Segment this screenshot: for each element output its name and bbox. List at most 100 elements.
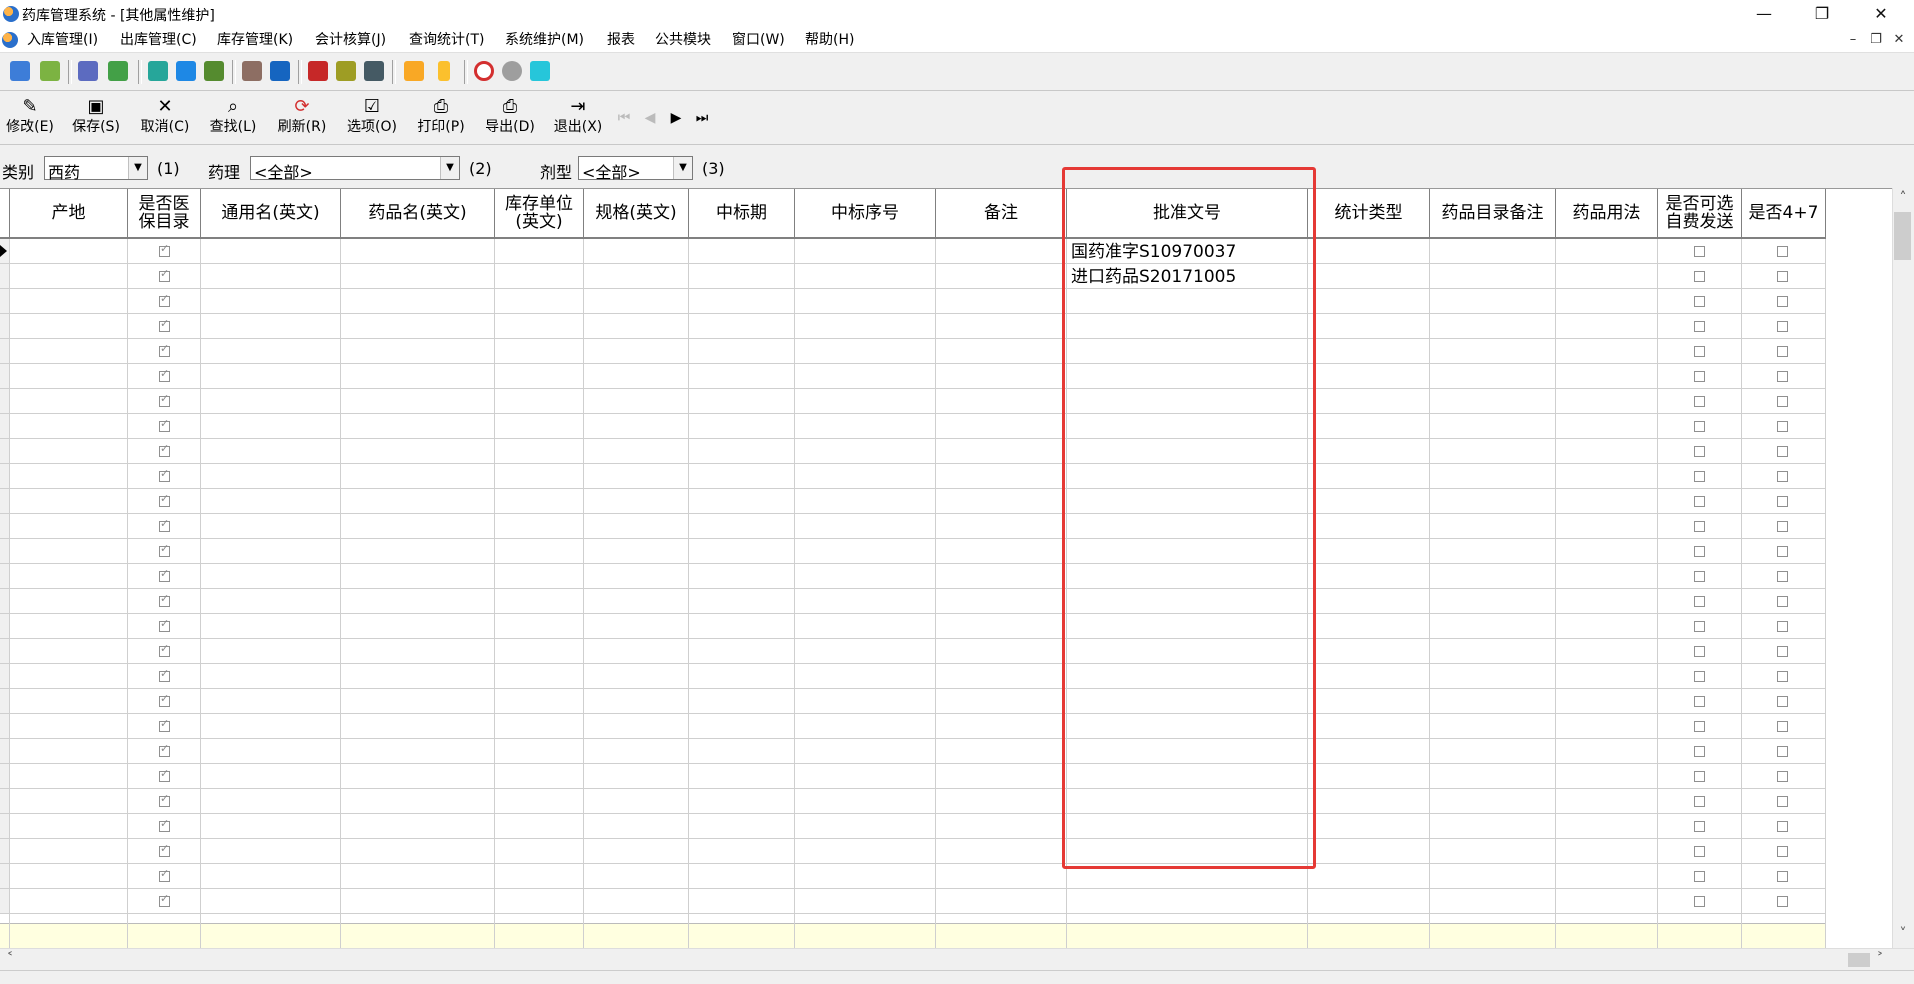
pharmacology-select[interactable]: <全部> ▼ [250, 156, 460, 182]
self-pay-checkbox[interactable] [1694, 896, 1705, 907]
clipboard-icon[interactable] [148, 61, 168, 81]
data-grid[interactable]: 产地 是否医保目录 通用名(英文) 药品名(英文) 库存单位(英文) 规格(英文… [0, 188, 1892, 949]
insurance-checkbox[interactable] [159, 492, 170, 507]
self-pay-checkbox[interactable] [1694, 771, 1705, 782]
horizontal-scroll-thumb[interactable] [1848, 953, 1870, 967]
insurance-checkbox[interactable] [159, 367, 170, 382]
self-pay-checkbox[interactable] [1694, 446, 1705, 457]
edit-button[interactable]: ✎ 修改(E) [0, 96, 60, 142]
table-row[interactable] [0, 664, 1826, 689]
window-icon[interactable] [176, 61, 196, 81]
last-record-icon[interactable]: ⏭ [692, 110, 712, 126]
col-header-stat-type[interactable]: 统计类型 [1308, 189, 1430, 239]
approve-icon[interactable] [108, 61, 128, 81]
insurance-checkbox[interactable] [159, 517, 170, 532]
4plus7-checkbox[interactable] [1777, 546, 1788, 557]
table-row[interactable] [0, 539, 1826, 564]
table-row[interactable] [0, 764, 1826, 789]
4plus7-checkbox[interactable] [1777, 746, 1788, 757]
col-header-usage[interactable]: 药品用法 [1556, 189, 1658, 239]
col-header-catalog-remarks[interactable]: 药品目录备注 [1430, 189, 1556, 239]
col-header-4plus7[interactable]: 是否4+7 [1742, 189, 1826, 239]
table-row[interactable] [0, 339, 1826, 364]
4plus7-checkbox[interactable] [1777, 896, 1788, 907]
mdi-minimize-button[interactable]: – [1844, 31, 1862, 49]
col-header-self-pay[interactable]: 是否可选自费发送 [1658, 189, 1742, 239]
4plus7-checkbox[interactable] [1777, 246, 1788, 257]
self-pay-checkbox[interactable] [1694, 546, 1705, 557]
table-row[interactable] [0, 689, 1826, 714]
next-record-icon[interactable]: ▶ [666, 110, 686, 126]
menu-inventory[interactable]: 库存管理(K) [217, 30, 293, 50]
table-row[interactable] [0, 239, 1826, 264]
table-row[interactable] [0, 514, 1826, 539]
4plus7-checkbox[interactable] [1777, 721, 1788, 732]
table-row[interactable] [0, 264, 1826, 289]
refresh-button[interactable]: ⟳ 刷新(R) [272, 96, 332, 142]
self-pay-checkbox[interactable] [1694, 321, 1705, 332]
self-pay-checkbox[interactable] [1694, 671, 1705, 682]
self-pay-checkbox[interactable] [1694, 246, 1705, 257]
self-pay-checkbox[interactable] [1694, 421, 1705, 432]
4plus7-checkbox[interactable] [1777, 496, 1788, 507]
self-pay-checkbox[interactable] [1694, 396, 1705, 407]
4plus7-checkbox[interactable] [1777, 696, 1788, 707]
insurance-checkbox[interactable] [159, 467, 170, 482]
find-button[interactable]: ⌕ 查找(L) [203, 96, 263, 142]
table-row[interactable] [0, 814, 1826, 839]
self-pay-checkbox[interactable] [1694, 796, 1705, 807]
self-pay-checkbox[interactable] [1694, 846, 1705, 857]
self-pay-checkbox[interactable] [1694, 571, 1705, 582]
insurance-checkbox[interactable] [159, 417, 170, 432]
4plus7-checkbox[interactable] [1777, 346, 1788, 357]
mdi-close-button[interactable]: ✕ [1890, 31, 1908, 49]
table-row[interactable] [0, 414, 1826, 439]
menu-inbound[interactable]: 入库管理(I) [27, 30, 98, 50]
export-button[interactable]: ⎙ 导出(D) [480, 96, 540, 142]
self-pay-checkbox[interactable] [1694, 596, 1705, 607]
col-header-remarks[interactable]: 备注 [936, 189, 1067, 239]
maximize-button[interactable]: ❐ [1799, 0, 1845, 28]
col-header-generic-name-en[interactable]: 通用名(英文) [201, 189, 341, 239]
thermometer-icon[interactable] [438, 61, 450, 81]
insurance-checkbox[interactable] [159, 442, 170, 457]
mdi-app-icon[interactable] [2, 32, 18, 48]
4plus7-checkbox[interactable] [1777, 471, 1788, 482]
insurance-checkbox[interactable] [159, 542, 170, 557]
insurance-checkbox[interactable] [159, 742, 170, 757]
self-pay-checkbox[interactable] [1694, 746, 1705, 757]
table-row[interactable] [0, 839, 1826, 864]
insurance-checkbox[interactable] [159, 267, 170, 282]
col-header-bid-serial[interactable]: 中标序号 [795, 189, 936, 239]
table-row[interactable] [0, 314, 1826, 339]
table-row[interactable] [0, 589, 1826, 614]
menu-help[interactable]: 帮助(H) [805, 30, 854, 50]
menu-reports[interactable]: 报表 [607, 30, 635, 50]
stock-icon[interactable] [242, 61, 262, 81]
4plus7-checkbox[interactable] [1777, 646, 1788, 657]
col-header-origin[interactable]: 产地 [10, 189, 128, 239]
table-row[interactable] [0, 639, 1826, 664]
insurance-checkbox[interactable] [159, 292, 170, 307]
ledger-icon[interactable] [78, 61, 98, 81]
col-header-insurance[interactable]: 是否医保目录 [128, 189, 201, 239]
insurance-checkbox[interactable] [159, 717, 170, 732]
vertical-scroll-thumb[interactable] [1894, 212, 1911, 260]
chevron-down-icon[interactable]: ▼ [128, 157, 147, 179]
table-row[interactable] [0, 889, 1826, 914]
4plus7-checkbox[interactable] [1777, 396, 1788, 407]
insurance-checkbox[interactable] [159, 617, 170, 632]
table-row[interactable] [0, 464, 1826, 489]
insurance-checkbox[interactable] [159, 692, 170, 707]
table-row[interactable] [0, 439, 1826, 464]
4plus7-checkbox[interactable] [1777, 671, 1788, 682]
4plus7-checkbox[interactable] [1777, 371, 1788, 382]
close-window-icon[interactable] [530, 61, 550, 81]
printer-icon[interactable] [404, 61, 424, 81]
menu-window[interactable]: 窗口(W) [732, 30, 785, 50]
tools-icon[interactable] [336, 61, 356, 81]
chevron-down-icon[interactable]: ▼ [440, 157, 459, 179]
export-doc-icon[interactable] [40, 61, 60, 81]
self-pay-checkbox[interactable] [1694, 296, 1705, 307]
scroll-down-icon[interactable]: ˅ [1893, 926, 1913, 942]
